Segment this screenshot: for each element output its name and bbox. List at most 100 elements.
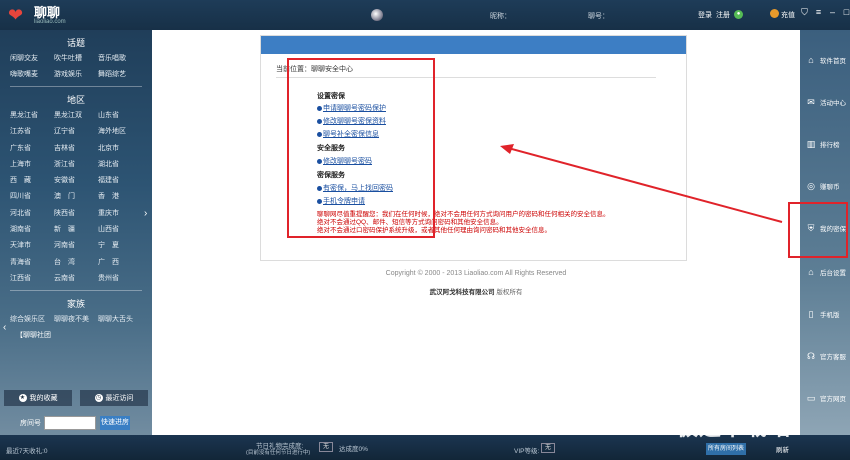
region-item[interactable]: 天津市 [10,240,54,250]
card-header [261,36,686,54]
region-item[interactable]: 辽宁省 [54,126,98,136]
minimize-icon[interactable]: – [828,8,837,17]
coin-icon [770,9,779,18]
all-rooms-button[interactable]: 所有房间列表 [706,443,746,455]
room-label: 房间号 [20,420,41,427]
watermark: 极速下载站 [676,415,792,440]
region-item[interactable]: 台 湾 [54,257,98,267]
region-item[interactable]: 西 藏 [10,175,54,185]
achievement-rate: 达成度0% [339,446,368,453]
chevron-left-icon[interactable]: ‹ [3,322,6,333]
clan-item[interactable]: 综合娱乐区 [10,314,54,324]
topics-title: 话题 [66,38,85,48]
register-link[interactable]: 注册 [716,10,730,20]
region-item[interactable]: 宁 夏 [98,240,142,250]
region-item[interactable]: 黑龙江省 [10,110,54,120]
vip-value: 无 [541,443,555,453]
nav-ranking[interactable]: ▥ 排行榜 [800,124,850,164]
region-item[interactable]: 陕西省 [54,208,98,218]
clan-item[interactable]: 聊聊夜不美 [54,314,98,324]
app-url: liaoliao.com [34,18,66,25]
topic-item[interactable]: 闲聊交友 [10,53,54,63]
festival-value: 无 [319,442,333,452]
number-label: 聊号： [588,13,609,20]
region-item[interactable]: 四川省 [10,191,54,201]
vip-label: VIP等级: [514,448,540,455]
region-item[interactable]: 河北省 [10,208,54,218]
nav-earn[interactable]: ◎ 赚聊币 [800,166,850,206]
rights-text: 版权所有 [494,289,523,296]
region-item[interactable]: 云南省 [54,273,98,283]
region-item[interactable]: 江苏省 [10,126,54,136]
region-item[interactable]: 山东省 [98,110,142,120]
region-item[interactable]: 吉林省 [54,143,98,153]
left-panel: 话题 闲聊交友 吹牛吐槽 音乐唱歌 嗨歌嘴麦 游戏娱乐 舞蹈综艺 地区 黑龙江省 黑龙江双山… [0,30,152,435]
region-item[interactable]: 青海省 [10,257,54,267]
topic-item[interactable]: 音乐唱歌 [98,53,142,63]
festival-sub: (目前没有任何节日进行中) [246,450,311,456]
region-item[interactable]: 香 港 [98,191,142,201]
region-item[interactable]: 广 西 [98,257,142,267]
region-item[interactable]: 湖北省 [98,159,142,169]
highlight-box [287,58,435,238]
copyright: Copyright © 2000 - 2013 Liaoliao.com All… [385,270,567,277]
recharge-link[interactable]: 充值 [781,10,795,20]
region-grid: 黑龙江省 黑龙江双 山东省江苏省 辽宁省 海外地区广东省 吉林省 北京市上海市 浙江省 湖北省西… [0,110,152,283]
clock-icon: ◷ [94,394,103,402]
app-logo: ❤ 聊聊 liaoliao.com [8,6,66,25]
clan-item[interactable]: 聊聊大舌头 [98,314,142,324]
home-icon: ⌂ [808,55,814,65]
region-item[interactable]: 北京市 [98,143,142,153]
nav-settings[interactable]: ⌂ 后台设置 [800,252,850,292]
region-item[interactable]: 重庆市 [98,208,142,218]
recent-label: 最近访问 [105,395,134,402]
topic-item[interactable]: 嗨歌嘴麦 [10,69,54,79]
online-status-icon[interactable]: ● [734,10,743,19]
company-name[interactable]: 武汉阿戈科技有限公司 [430,289,495,296]
shirt-skin-icon[interactable]: ⛉ [800,8,809,17]
topic-item[interactable]: 舞蹈综艺 [98,69,142,79]
region-item[interactable]: 黑龙江双 [54,110,98,120]
nav-home[interactable]: ⌂ 软件首页 [800,40,850,80]
nickname-label: 昵称： [490,13,511,20]
heart-logo-icon: ❤ [8,5,24,25]
topic-item[interactable]: 游戏娱乐 [54,69,98,79]
quick-enter-button[interactable]: 快速进房 [100,416,130,430]
room-number-input[interactable] [44,416,96,430]
region-item[interactable]: 山西省 [98,224,142,234]
clan-link[interactable]: 【聊聊社团 [0,330,152,340]
recent-income: 最近7天收礼:0 [6,448,48,455]
recent-button[interactable]: ◷ 最近访问 [80,390,148,406]
region-item[interactable]: 澳 门 [54,191,98,201]
region-item[interactable]: 新 疆 [54,224,98,234]
region-item[interactable]: 上海市 [10,159,54,169]
region-item[interactable]: 浙江省 [54,159,98,169]
region-item[interactable]: 海外地区 [98,126,142,136]
menu-icon[interactable]: ≡ [814,8,823,17]
title-bar: ❤ 聊聊 liaoliao.com 昵称： 聊号： 登录 注册 ● 充值 ⛉ ≡… [0,0,850,30]
divider [10,289,142,291]
nav-service[interactable]: ☊ 官方客服 [800,336,850,376]
chevron-right-icon[interactable]: › [144,208,147,219]
main-content: 当前位置：聊聊安全中心 设置密保 申请聊聊号密码保护 修改聊聊号密保资料 聊号补… [152,30,800,435]
region-item[interactable]: 福建省 [98,175,142,185]
nav-website[interactable]: ▭ 官方网页 [800,378,850,418]
nav-mobile[interactable]: ▯ 手机版 [800,294,850,334]
refresh-button[interactable]: 刷新 [776,444,789,454]
monitor-icon: ▭ [806,393,816,403]
topic-item[interactable]: 吹牛吐槽 [54,53,98,63]
clan-grid: 综合娱乐区 聊聊夜不美 聊聊大舌头 [0,314,152,324]
region-item[interactable]: 河南省 [54,240,98,250]
nav-activity[interactable]: ✉ 活动中心 [800,82,850,122]
status-orb-icon[interactable] [371,9,383,21]
region-item[interactable]: 江西省 [10,273,54,283]
maximize-icon[interactable]: □ [842,8,850,17]
favorites-button[interactable]: ★ 我的收藏 [4,390,72,406]
star-icon: ★ [18,394,27,402]
region-item[interactable]: 贵州省 [98,273,142,283]
region-item[interactable]: 湖南省 [10,224,54,234]
coin-icon: ◎ [807,181,815,191]
region-item[interactable]: 安徽省 [54,175,98,185]
region-item[interactable]: 广东省 [10,143,54,153]
login-link[interactable]: 登录 [698,10,712,20]
